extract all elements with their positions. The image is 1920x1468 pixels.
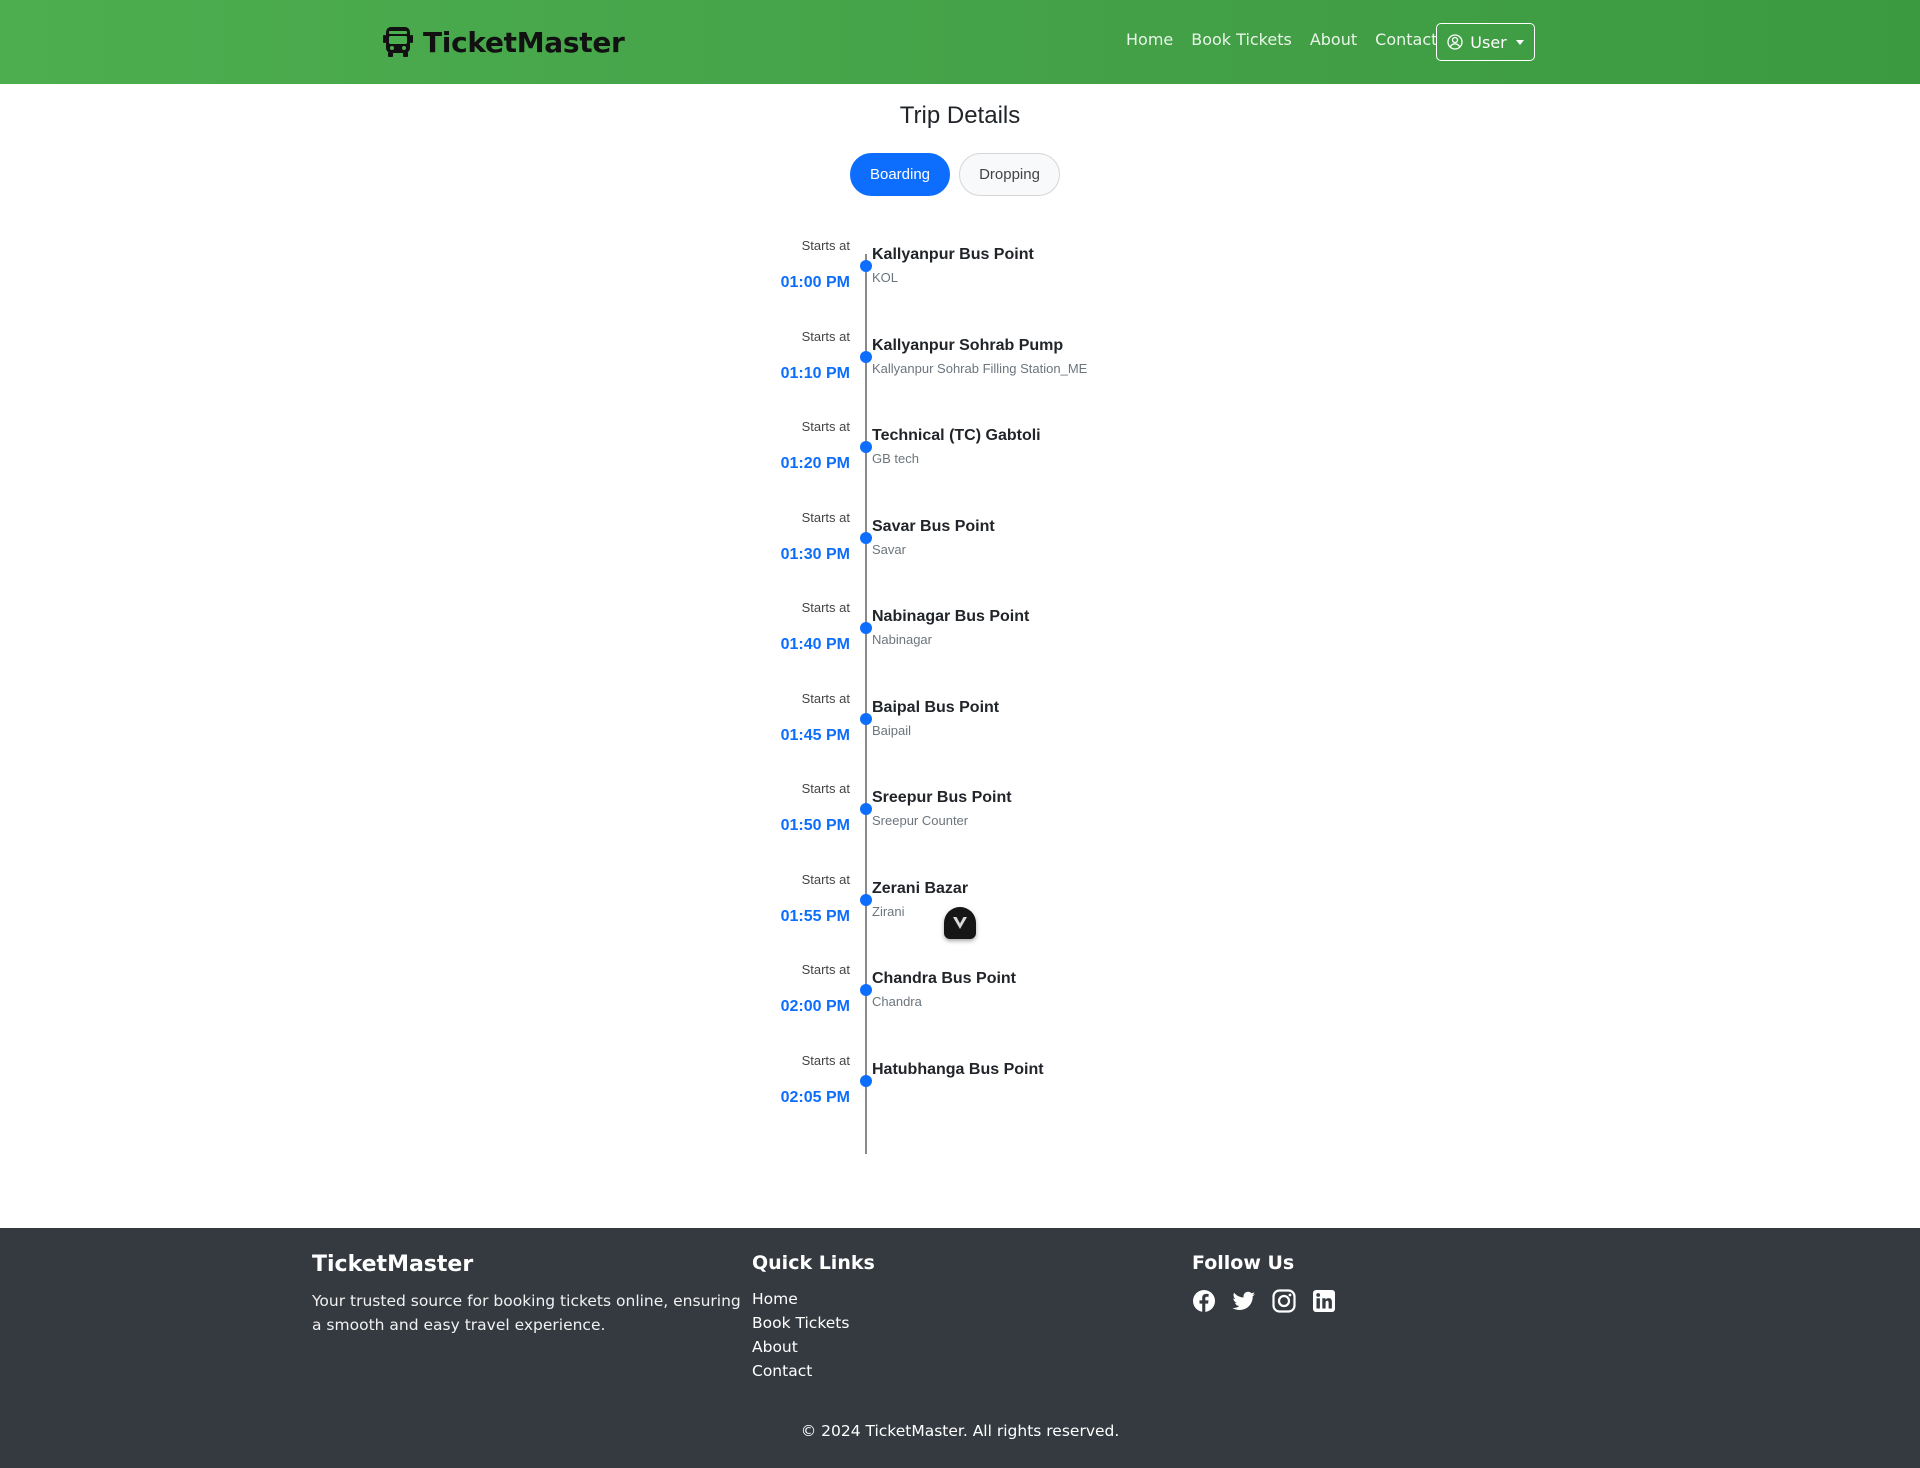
stop-location: Chandra <box>872 994 922 1009</box>
starts-at-label: Starts at <box>801 1052 850 1068</box>
footer-description: Your trusted source for booking tickets … <box>312 1292 741 1334</box>
stop-name: Kallyanpur Sohrab Pump <box>872 336 1064 354</box>
stop-location: Baipail <box>872 722 912 738</box>
timeline-dot <box>860 803 872 815</box>
timeline-stop[interactable]: Starts at 02:00 PM Chandra Bus Point Chandr… <box>0 962 1920 1052</box>
timeline-dot <box>860 712 872 725</box>
footer-link-home[interactable]: Home <box>752 1287 849 1311</box>
starts-at-label: Starts at <box>801 871 850 887</box>
timeline-stop[interactable]: Starts at 01:00 PM Kallyanpur Bus Point KOL <box>0 238 1920 328</box>
stop-name: Kallyanpur Bus Point <box>872 246 1034 263</box>
facebook-icon[interactable] <box>1192 1289 1216 1313</box>
timeline-dot <box>860 1074 872 1087</box>
stop-name: Technical (TC) Gabtoli <box>872 427 1041 444</box>
timeline-dot <box>860 260 872 272</box>
stop-name: Hatubhanga Bus Point <box>872 1060 1044 1078</box>
stop-time: 01:00 PM <box>780 274 850 291</box>
stop-name: Baipal Bus Point <box>872 698 1000 716</box>
stop-name: Zerani Bazar <box>872 879 969 897</box>
instagram-icon[interactable] <box>1272 1289 1296 1313</box>
starts-at-label: Starts at <box>801 600 850 615</box>
stop-location: Kallyanpur Sohrab Filling Station_ME <box>872 360 1088 376</box>
timeline-stop[interactable]: Starts at 01:10 PM Kallyanpur Sohrab Pump K… <box>0 329 1920 419</box>
stop-time: 02:05 PM <box>780 1088 850 1106</box>
starts-at-label: Starts at <box>801 690 850 706</box>
site-footer: TicketMaster Your trusted source for boo… <box>0 1228 1920 1468</box>
timeline-stop[interactable]: Starts at 01:50 PM Sreepur Bus Point Sreepu… <box>0 781 1920 871</box>
stop-name: Sreepur Bus Point <box>872 789 1012 806</box>
starts-at-label: Starts at <box>801 238 850 253</box>
quick-links-heading: Quick Links <box>752 1252 875 1274</box>
floating-helper-button[interactable] <box>944 907 976 939</box>
starts-at-label: Starts at <box>801 328 850 344</box>
timeline-dot <box>860 531 872 544</box>
footer-link-about[interactable]: About <box>752 1335 849 1359</box>
stop-time: 01:40 PM <box>780 636 850 653</box>
stop-time: 01:45 PM <box>780 726 850 744</box>
timeline-dot <box>860 622 872 634</box>
boarding-timeline: Starts at 01:00 PM Kallyanpur Bus Point KOL… <box>0 0 1920 1200</box>
stop-time: 01:30 PM <box>780 545 850 563</box>
stop-location: GB tech <box>872 451 919 466</box>
timeline-dot <box>860 893 872 906</box>
stop-location: Savar <box>872 541 906 557</box>
timeline-stop[interactable]: Starts at 01:20 PM Technical (TC) Gabtoli G… <box>0 419 1920 509</box>
timeline-stop[interactable]: Starts at 01:40 PM Nabinagar Bus Point Nabi… <box>0 600 1920 690</box>
stop-name: Chandra Bus Point <box>872 970 1017 987</box>
stop-time: 01:55 PM <box>780 907 850 925</box>
stop-time: 01:10 PM <box>780 364 850 382</box>
timeline-dot <box>860 441 872 453</box>
stop-location: KOL <box>872 270 899 285</box>
timeline-stop[interactable]: Starts at 02:05 PM Hatubhanga Bus Point <box>0 1053 1920 1143</box>
footer-brand: TicketMaster <box>312 1252 474 1277</box>
timeline-stop[interactable]: Starts at 01:30 PM Savar Bus Point Savar <box>0 510 1920 600</box>
footer-link-contact[interactable]: Contact <box>752 1359 849 1383</box>
timeline-dot <box>860 350 872 363</box>
stop-time: 01:20 PM <box>780 455 850 472</box>
footer-link-book-tickets[interactable]: Book Tickets <box>752 1311 849 1335</box>
stop-location: Sreepur Counter <box>872 813 969 828</box>
v-logo-icon <box>953 917 967 929</box>
stop-location: Nabinagar <box>872 632 932 647</box>
starts-at-label: Starts at <box>801 509 850 525</box>
stop-time: 01:50 PM <box>780 817 850 834</box>
starts-at-label: Starts at <box>801 781 850 796</box>
timeline-stop[interactable]: Starts at 01:45 PM Baipal Bus Point Baipail <box>0 691 1920 781</box>
stop-time: 02:00 PM <box>780 998 850 1015</box>
social-links <box>1192 1289 1336 1313</box>
linkedin-icon[interactable] <box>1312 1289 1336 1313</box>
follow-us-heading: Follow Us <box>1192 1252 1295 1274</box>
copyright-text: © 2024 TicketMaster. All rights reserved… <box>800 1422 1120 1440</box>
stop-location: Zirani <box>872 903 905 919</box>
timeline-dot <box>860 984 872 996</box>
stop-name: Nabinagar Bus Point <box>872 608 1030 625</box>
quick-links-list: Home Book Tickets About Contact <box>752 1287 849 1383</box>
twitter-icon[interactable] <box>1232 1289 1256 1313</box>
starts-at-label: Starts at <box>801 419 850 434</box>
starts-at-label: Starts at <box>801 962 850 977</box>
stop-name: Savar Bus Point <box>872 517 995 535</box>
